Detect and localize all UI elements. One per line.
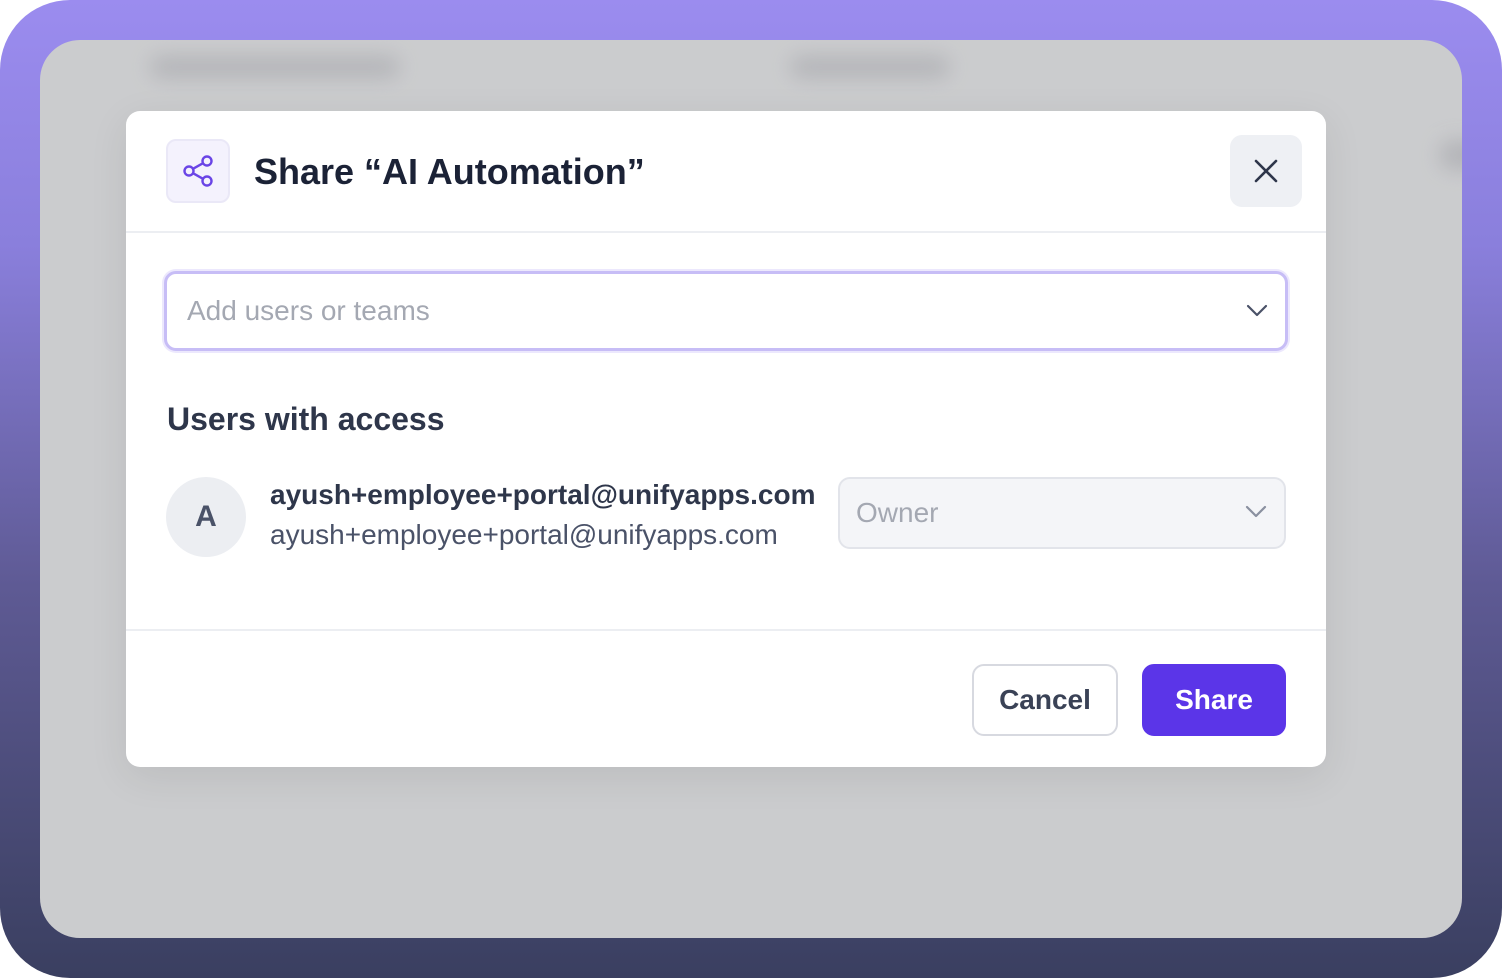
chevron-down-icon [1246, 304, 1268, 317]
add-users-placeholder: Add users or teams [187, 295, 430, 326]
share-button[interactable]: Share [1142, 664, 1286, 736]
dialog-title: Share “AI Automation” [254, 151, 645, 192]
add-users-select[interactable]: Add users or teams [164, 271, 1288, 351]
close-button[interactable] [1230, 135, 1302, 207]
dialog-footer: Cancel Share [126, 629, 1326, 767]
blurred-background-element [1440, 140, 1462, 170]
share-icon [166, 139, 230, 203]
role-value: Owner [856, 497, 939, 528]
user-name: ayush+employee+portal@unifyapps.com [270, 479, 816, 510]
avatar: A [166, 477, 246, 557]
blurred-background-text [790, 56, 950, 78]
blurred-background-text [150, 56, 400, 78]
device-frame: Share “AI Automation” Add users or teams… [0, 0, 1502, 978]
role-select: Owner [838, 477, 1286, 549]
user-email: ayush+employee+portal@unifyapps.com [270, 519, 778, 550]
chevron-down-icon [1245, 505, 1267, 518]
share-dialog: Share “AI Automation” Add users or teams… [126, 111, 1326, 767]
cancel-button[interactable]: Cancel [972, 664, 1118, 736]
dialog-header: Share “AI Automation” [126, 111, 1326, 233]
users-with-access-heading: Users with access [167, 401, 445, 437]
close-icon [1254, 159, 1278, 183]
